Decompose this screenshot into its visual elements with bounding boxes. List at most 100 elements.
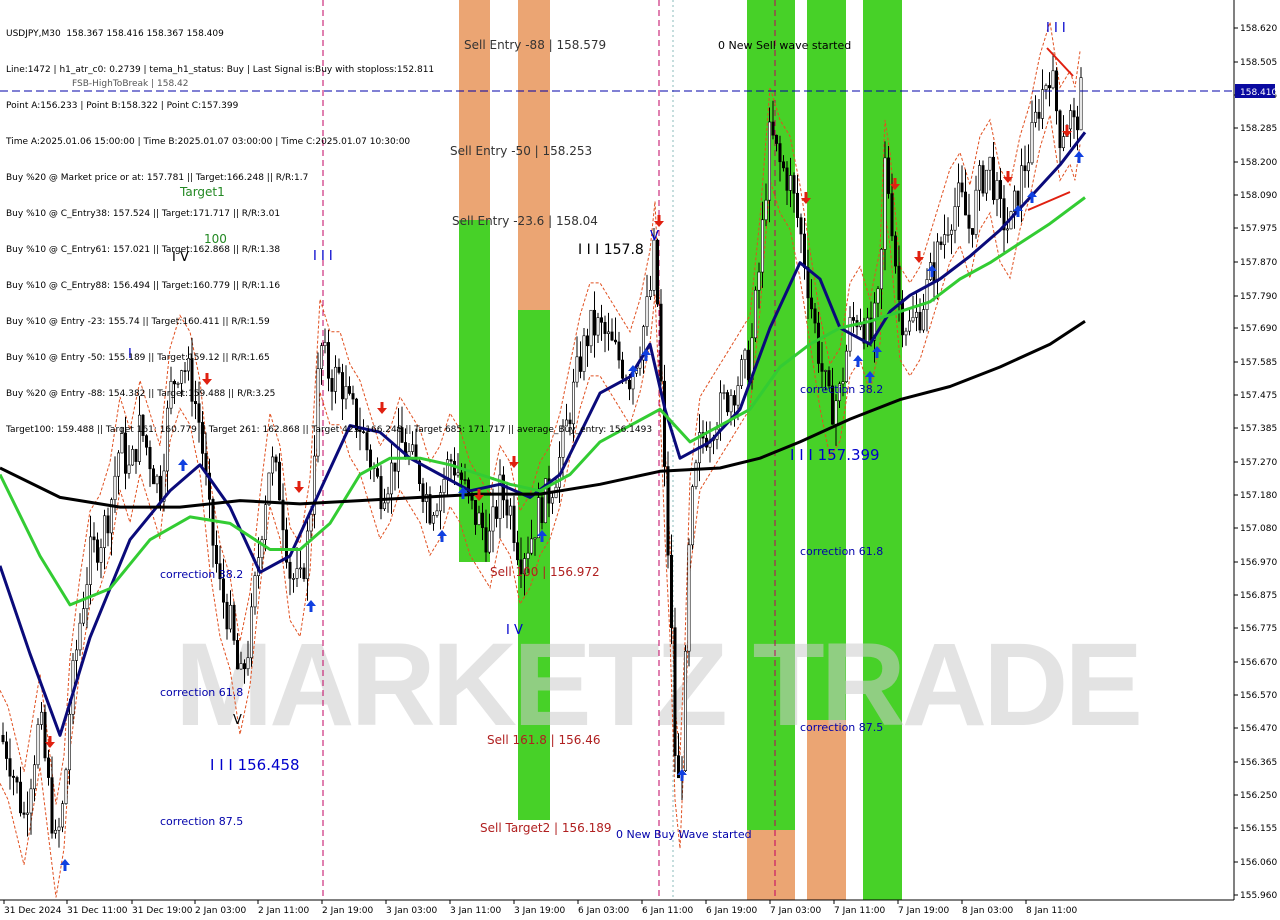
candle-body <box>540 497 544 524</box>
candle-body <box>970 228 974 235</box>
info-line: Buy %20 @ Market price or at: 157.781 ||… <box>6 173 309 183</box>
candle-body <box>757 271 761 291</box>
candle-body <box>760 219 764 273</box>
candle-body <box>767 121 771 201</box>
candle-body <box>897 265 901 300</box>
candle-body <box>421 483 425 502</box>
candle-body <box>22 812 26 815</box>
candle-body <box>666 466 670 556</box>
candle-body <box>253 575 257 608</box>
candle-body <box>75 649 79 661</box>
candle-body <box>15 777 19 783</box>
candle-body <box>298 567 302 570</box>
candle-body <box>1044 85 1048 90</box>
candle-body <box>659 303 663 382</box>
annotation-wave-iii-157399: I I I 157.399 <box>790 446 880 464</box>
candle-body <box>963 191 967 216</box>
candle-body <box>32 764 36 790</box>
y-tick-label: 156.365 <box>1240 758 1277 768</box>
candle-body <box>890 193 894 237</box>
candle-body <box>477 512 481 525</box>
x-tick-label: 7 Jan 19:00 <box>898 906 950 916</box>
annotation-wave-iii-156458: I I I 156.458 <box>210 756 300 774</box>
candle-body <box>131 449 135 466</box>
candle-body <box>939 241 943 246</box>
zone-band <box>807 0 846 720</box>
candle-body <box>393 462 397 472</box>
y-tick-label: 156.670 <box>1240 658 1277 668</box>
annotation-new-buy-wave: 0 New Buy Wave started <box>616 828 752 841</box>
candle-body <box>368 449 372 468</box>
candle-body <box>907 320 911 332</box>
y-tick-label: 157.790 <box>1240 292 1277 302</box>
candle-body <box>778 143 782 163</box>
candle-body <box>1076 116 1080 131</box>
candle-body <box>739 359 743 386</box>
candle-body <box>127 464 131 474</box>
candle-body <box>1037 111 1041 119</box>
candle-body <box>844 350 848 383</box>
info-line: Buy %10 @ C_Entry38: 157.524 || Target:1… <box>6 209 281 219</box>
candle-body <box>1016 190 1020 207</box>
annotation-corr-618-right: correction 61.8 <box>800 545 883 558</box>
candle-body <box>893 235 897 267</box>
candle-body <box>473 500 477 525</box>
candle-body <box>89 536 93 585</box>
candle-body <box>99 547 103 563</box>
candle-body <box>29 788 33 814</box>
candle-body <box>771 121 775 136</box>
candle-body <box>379 476 383 510</box>
candle-body <box>148 446 152 470</box>
y-tick-label: 156.250 <box>1240 791 1277 801</box>
candle-body <box>302 567 306 580</box>
candle-body <box>222 578 226 603</box>
candle-body <box>690 486 694 546</box>
candle-body <box>753 289 757 339</box>
candle-body <box>1027 162 1031 172</box>
candle-body <box>1048 85 1052 89</box>
candle-body <box>225 601 229 630</box>
candle-body <box>459 472 463 480</box>
x-tick-label: 2 Jan 11:00 <box>258 906 310 916</box>
y-tick-label: 157.385 <box>1240 424 1277 434</box>
y-tick-label: 156.155 <box>1240 824 1277 834</box>
candle-body <box>918 311 922 331</box>
candle-body <box>953 206 957 231</box>
candle-body <box>806 267 810 299</box>
price-tag: 158.410 <box>1240 88 1277 98</box>
candle-body <box>967 214 971 229</box>
candle-body <box>536 497 540 539</box>
candle-body <box>449 459 453 462</box>
candle-body <box>435 510 439 516</box>
candle-body <box>36 724 40 766</box>
candle-body <box>389 462 393 495</box>
candle-body <box>984 169 988 194</box>
info-line: Buy %10 @ C_Entry61: 157.021 || Target:1… <box>6 245 281 255</box>
info-line: Buy %10 @ C_Entry88: 156.494 || Target:1… <box>6 281 281 291</box>
candle-body <box>988 156 992 171</box>
candle-body <box>816 322 820 364</box>
x-tick-label: 31 Dec 19:00 <box>132 906 193 916</box>
annotation-wave-iii-right: I I I <box>1046 21 1066 36</box>
candle-body <box>785 167 789 191</box>
x-tick-label: 3 Jan 19:00 <box>514 906 566 916</box>
candle-body <box>732 395 736 406</box>
y-tick-label: 157.475 <box>1240 391 1277 401</box>
candle-body <box>152 468 156 485</box>
candle-body <box>215 545 219 564</box>
candle-body <box>883 157 887 250</box>
candle-body <box>211 499 215 546</box>
y-tick-label: 157.270 <box>1240 458 1277 468</box>
candle-body <box>57 826 61 831</box>
candle-body <box>442 479 446 493</box>
annotation-corr-382-right: correction 38.2 <box>800 383 883 396</box>
candle-body <box>813 308 817 324</box>
candle-body <box>879 249 883 290</box>
candle-body <box>1062 136 1066 149</box>
candle-body <box>134 449 138 462</box>
x-tick-label: 7 Jan 03:00 <box>770 906 822 916</box>
info-panel: USDJPY,M30 158.367 158.416 158.367 158.4… <box>6 4 652 448</box>
x-tick-label: 7 Jan 11:00 <box>834 906 886 916</box>
candle-body <box>1079 77 1083 131</box>
candle-body <box>977 165 981 191</box>
